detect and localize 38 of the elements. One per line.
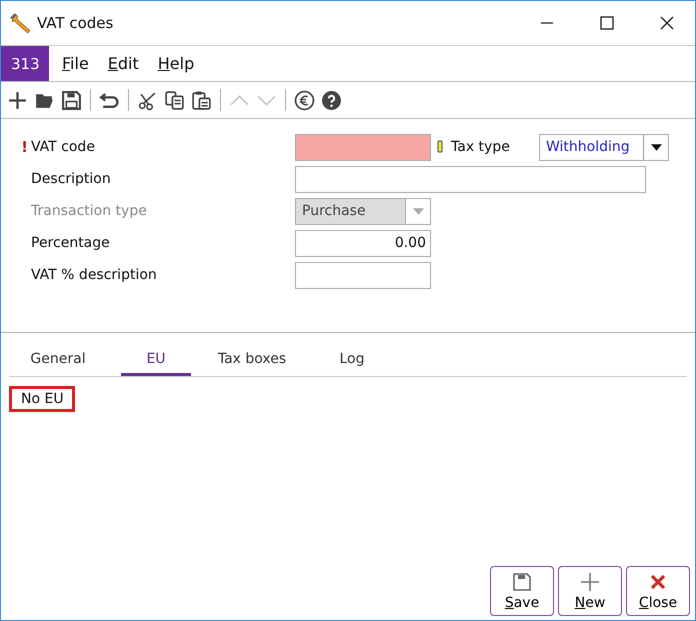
input-field[interactable]	[295, 166, 646, 192]
field-label: Description	[31, 171, 112, 187]
new-button[interactable]: New	[558, 566, 622, 616]
marker-icon	[437, 140, 443, 154]
close-button[interactable]: Close	[626, 566, 690, 616]
input-field[interactable]: 0.00	[295, 230, 431, 256]
field-label: Percentage	[31, 235, 111, 251]
menu-item[interactable]: File	[56, 46, 95, 81]
save-button[interactable]: Save	[490, 566, 554, 616]
caret-icon	[650, 144, 662, 150]
company-badge: 313	[1, 46, 49, 81]
tab[interactable]: General	[9, 347, 107, 376]
input-field[interactable]	[295, 134, 431, 160]
tab[interactable]: Log	[303, 347, 401, 376]
field-label: VAT code	[31, 139, 96, 155]
field-label: VAT % description	[31, 267, 158, 283]
window-title: VAT codes	[37, 14, 114, 32]
maximize-icon[interactable]	[599, 15, 615, 31]
status-text: No EU	[9, 386, 75, 412]
plus-icon[interactable]	[7, 90, 28, 110]
menu-item[interactable]: Edit	[102, 46, 145, 81]
field-label: Tax type	[451, 139, 511, 155]
clipboard-icon[interactable]	[191, 90, 212, 110]
help-icon[interactable]	[321, 90, 342, 110]
input-field[interactable]	[295, 262, 431, 288]
plus-icon	[580, 572, 600, 592]
field-label: Transaction type	[31, 203, 148, 219]
caret-icon	[412, 208, 424, 214]
tax-type-dropdown[interactable]: Withholding	[539, 134, 669, 160]
close-icon[interactable]	[659, 15, 675, 31]
wrench-icon	[9, 12, 31, 34]
tab[interactable]: EU	[121, 347, 191, 376]
euro-icon[interactable]	[294, 90, 315, 110]
menu-item[interactable]: Help	[152, 46, 200, 81]
tab[interactable]: Tax boxes	[203, 347, 301, 376]
copy-icon[interactable]	[164, 90, 185, 110]
scissors-icon[interactable]	[137, 90, 158, 110]
required-mark: !	[21, 138, 28, 156]
